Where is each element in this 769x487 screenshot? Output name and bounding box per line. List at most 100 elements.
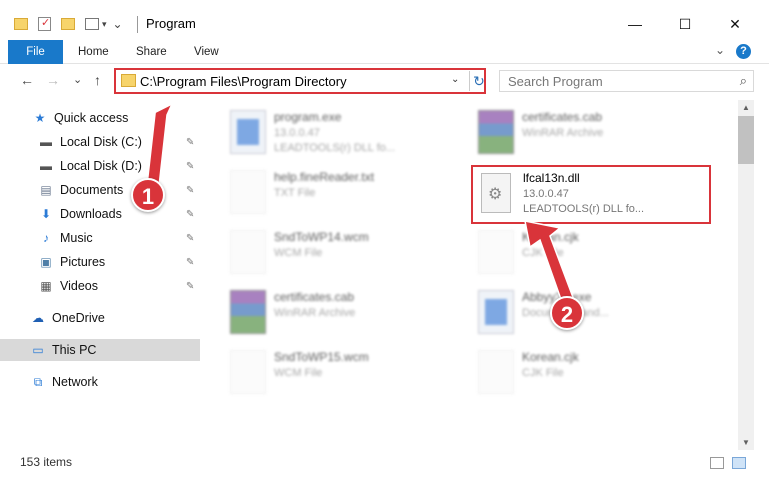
file-name: lfcal13n.dll xyxy=(523,171,580,185)
back-button[interactable]: ← xyxy=(20,72,34,88)
pin-icon: ✎ xyxy=(186,136,195,148)
file-item[interactable]: Korean.cjk CJK File xyxy=(458,224,698,280)
pin-icon: ✎ xyxy=(186,232,195,244)
address-bar[interactable]: C:\Program Files\Program Directory ⌄ ↻ xyxy=(114,68,486,94)
drive-icon: ▬ xyxy=(40,159,52,173)
file-name: program.exe xyxy=(274,110,342,124)
file-item[interactable]: Korean.cjk CJK File xyxy=(458,344,698,400)
details-view-icon[interactable] xyxy=(710,457,724,469)
file-item[interactable]: certificates.cab WinRAR Archive xyxy=(210,284,450,340)
sidebar-item-label: Documents xyxy=(60,183,124,197)
pictures-icon: ▣ xyxy=(40,255,52,269)
file-item[interactable]: certificates.cab WinRAR Archive xyxy=(458,104,698,160)
tab-home[interactable]: Home xyxy=(78,40,109,64)
sidebar-item-label: Pictures xyxy=(60,255,106,269)
recent-locations-button[interactable]: ⌄ xyxy=(73,73,82,86)
large-icons-view-icon[interactable] xyxy=(732,457,746,469)
dll-file-icon xyxy=(481,173,511,213)
exe-file-icon xyxy=(230,110,266,154)
sidebar-item-quick-access[interactable]: ★ Quick access xyxy=(0,107,200,129)
this-pc-icon: ▭ xyxy=(32,343,44,357)
sidebar-item-local-disk-d[interactable]: ▬ Local Disk (D:) ✎ xyxy=(0,155,200,177)
folder-icon[interactable] xyxy=(14,18,28,30)
sidebar-item-label: OneDrive xyxy=(52,311,105,325)
star-icon: ★ xyxy=(34,111,46,125)
tab-share[interactable]: Share xyxy=(136,40,167,64)
tab-view[interactable]: View xyxy=(194,40,219,64)
sidebar-item-pictures[interactable]: ▣ Pictures ✎ xyxy=(0,251,200,273)
pin-icon: ✎ xyxy=(186,160,195,172)
file-detail: 13.0.0.47 xyxy=(274,127,320,139)
pin-icon: ✎ xyxy=(186,184,195,196)
refresh-button[interactable]: ↻ xyxy=(469,71,488,91)
file-type: WCM File xyxy=(274,247,323,259)
search-input[interactable]: Search Program ⌕ xyxy=(499,70,754,92)
pin-icon: ✎ xyxy=(186,208,195,220)
expand-ribbon-icon[interactable]: ⌄ xyxy=(715,43,725,57)
file-type: WinRAR Archive xyxy=(274,307,356,319)
sidebar-item-videos[interactable]: ▦ Videos ✎ xyxy=(0,275,200,297)
close-button[interactable]: ✕ xyxy=(712,10,758,38)
sidebar-item-label: Local Disk (C:) xyxy=(60,135,142,149)
item-count: 153 items xyxy=(20,455,73,469)
scroll-down-icon[interactable]: ▼ xyxy=(738,436,754,450)
sidebar-item-music[interactable]: ♪ Music ✎ xyxy=(0,227,200,249)
properties-icon[interactable]: ✓ xyxy=(38,17,51,31)
file-icon xyxy=(230,350,266,394)
pin-icon: ✎ xyxy=(186,256,195,268)
tab-file[interactable]: File xyxy=(8,40,63,64)
folder-icon xyxy=(121,74,136,87)
quick-access-toolbar: ✓ ▾ ⌄ xyxy=(14,14,123,34)
step-badge-1: 1 xyxy=(131,178,165,212)
scroll-up-icon[interactable]: ▲ xyxy=(738,101,754,115)
sidebar-item-this-pc[interactable]: ▭ This PC xyxy=(0,339,200,361)
highlighted-dll-file[interactable]: lfcal13n.dll 13.0.0.47 LEADTOOLS(r) DLL … xyxy=(471,165,711,224)
file-icon xyxy=(478,350,514,394)
file-description: LEADTOOLS(r) DLL fo... xyxy=(523,203,645,215)
file-type: WinRAR Archive xyxy=(522,127,604,139)
music-icon: ♪ xyxy=(43,231,49,245)
exe-file-icon xyxy=(478,290,514,334)
sidebar-item-label: Quick access xyxy=(54,111,129,125)
file-version: 13.0.0.47 xyxy=(523,188,569,200)
sidebar-item-onedrive[interactable]: ☁ OneDrive xyxy=(0,307,200,329)
file-item[interactable]: program.exe 13.0.0.47 LEADTOOLS(r) DLL f… xyxy=(210,104,450,160)
file-description: LEADTOOLS(r) DLL fo... xyxy=(274,142,396,154)
sidebar-item-label: Videos xyxy=(60,279,98,293)
help-icon[interactable]: ? xyxy=(736,44,751,59)
file-type: TXT File xyxy=(274,187,316,199)
forward-button[interactable]: → xyxy=(46,72,60,88)
status-bar xyxy=(0,450,769,474)
maximize-button[interactable]: ☐ xyxy=(662,10,708,38)
title-bar: ✓ ▾ ⌄ Program — ☐ ✕ xyxy=(0,0,769,40)
customize-toolbar-icon[interactable] xyxy=(85,18,99,30)
file-list: program.exe 13.0.0.47 LEADTOOLS(r) DLL f… xyxy=(210,100,738,450)
sidebar-item-label: Downloads xyxy=(60,207,122,221)
sidebar-item-label: Local Disk (D:) xyxy=(60,159,142,173)
file-icon xyxy=(478,230,514,274)
file-name: help.fineReader.txt xyxy=(274,170,375,184)
file-item[interactable]: help.fineReader.txt TXT File xyxy=(210,164,450,220)
file-item[interactable]: SndToWP15.wcm WCM File xyxy=(210,344,450,400)
ribbon: File Home Share View ⌄ ? xyxy=(0,40,769,64)
file-name: Korean.cjk xyxy=(522,230,579,244)
minimize-button[interactable]: — xyxy=(612,10,658,38)
address-path[interactable]: C:\Program Files\Program Directory xyxy=(140,74,347,89)
up-button[interactable]: ↑ xyxy=(94,72,101,88)
drive-icon: ▬ xyxy=(40,135,52,149)
chevron-down-icon[interactable]: ⌄ xyxy=(451,74,459,85)
new-folder-icon[interactable] xyxy=(61,18,75,30)
file-icon xyxy=(230,230,266,274)
chevron-down-icon[interactable]: ⌄ xyxy=(113,17,123,31)
scroll-thumb[interactable] xyxy=(738,116,754,164)
sidebar-item-network[interactable]: ⧉ Network xyxy=(0,371,200,393)
chevron-down-icon[interactable]: ▾ xyxy=(102,19,107,30)
file-item[interactable]: SndToWP14.wcm WCM File xyxy=(210,224,450,280)
text-file-icon xyxy=(230,170,266,214)
sidebar-item-downloads[interactable]: ⬇ Downloads ✎ xyxy=(0,203,200,225)
sidebar-item-label: Music xyxy=(60,231,93,245)
sidebar-item-local-disk-c[interactable]: ▬ Local Disk (C:) ✎ xyxy=(0,131,200,153)
file-type: CJK File xyxy=(522,247,564,259)
file-type: CJK File xyxy=(522,367,564,379)
sidebar-item-documents[interactable]: ▤ Documents ✎ xyxy=(0,179,200,201)
